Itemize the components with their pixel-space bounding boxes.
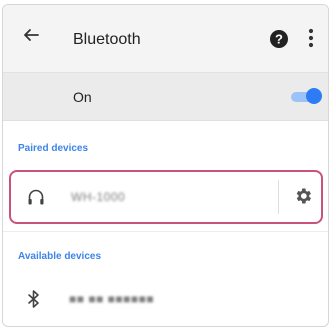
more-vert-icon[interactable] bbox=[307, 27, 315, 49]
paired-devices-header: Paired devices bbox=[18, 143, 89, 154]
bluetooth-settings-screen: Bluetooth ? On Paired devices WH-1000 Av… bbox=[2, 4, 329, 327]
bluetooth-icon bbox=[28, 290, 39, 308]
headphones-icon bbox=[28, 189, 44, 205]
toggle-knob bbox=[306, 88, 322, 104]
page-title: Bluetooth bbox=[73, 31, 141, 48]
row-divider bbox=[278, 180, 279, 214]
available-device-name: ■■ ■■ ■■■■■■ bbox=[69, 292, 155, 306]
svg-text:?: ? bbox=[275, 32, 283, 47]
paired-device-row[interactable]: WH-1000 bbox=[9, 170, 323, 224]
help-circle-icon[interactable]: ? bbox=[269, 29, 289, 49]
gear-icon[interactable] bbox=[293, 186, 313, 206]
paired-device-name: WH-1000 bbox=[71, 190, 126, 204]
available-device-row[interactable]: ■■ ■■ ■■■■■■ bbox=[9, 280, 323, 320]
available-devices-header: Available devices bbox=[18, 251, 102, 262]
bluetooth-toggle-switch[interactable] bbox=[287, 88, 323, 106]
section-divider bbox=[3, 231, 328, 232]
bluetooth-state-label: On bbox=[73, 89, 92, 105]
bluetooth-master-switch-row[interactable]: On bbox=[3, 73, 328, 121]
arrow-left-icon[interactable] bbox=[21, 25, 41, 45]
app-bar: Bluetooth ? bbox=[3, 5, 328, 73]
